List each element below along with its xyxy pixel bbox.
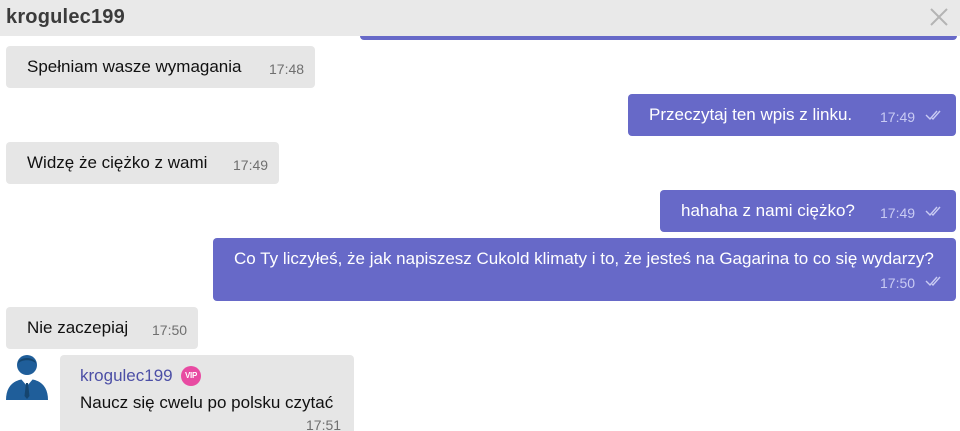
message-list[interactable]: Spełniam wasze wymagania 17:48 Przeczyta…	[0, 0, 960, 431]
double-check-icon	[925, 276, 941, 287]
chat-title: krogulec199	[6, 6, 125, 28]
chat-window: Spełniam wasze wymagania 17:48 Przeczyta…	[0, 0, 960, 431]
chat-header: krogulec199	[0, 0, 960, 36]
message-text: Naucz się cwelu po polsku czytać	[80, 393, 334, 412]
message-bubble-outgoing: Przeczytaj ten wpis z linku. 17:49	[628, 94, 956, 136]
message-bubble-outgoing: hahaha z nami ciężko? 17:49	[660, 190, 956, 232]
message-text: Co Ty liczyłeś, że jak napiszesz Cukold …	[234, 249, 934, 268]
message-text: Widzę że ciężko z wami	[27, 153, 208, 172]
vip-badge: VIP	[181, 366, 201, 386]
message-text: Przeczytaj ten wpis z linku.	[649, 105, 853, 124]
message-bubble-outgoing: Co Ty liczyłeś, że jak napiszesz Cukold …	[213, 238, 956, 301]
message-time: 17:50	[152, 322, 188, 338]
message-bubble-incoming-with-sender: krogulec199 VIP Naucz się cwelu po polsk…	[60, 355, 354, 431]
close-icon[interactable]	[928, 6, 950, 28]
message-time: 17:51	[306, 417, 342, 431]
message-time: 17:48	[269, 61, 305, 77]
message-time: 17:49	[233, 157, 269, 173]
message-bubble-incoming: Nie zaczepiaj 17:50	[6, 307, 198, 349]
user-avatar-icon[interactable]	[4, 352, 50, 400]
message-text: Nie zaczepiaj	[27, 318, 129, 337]
message-time: 17:49	[880, 205, 916, 221]
double-check-icon	[925, 206, 941, 217]
message-text: Spełniam wasze wymagania	[27, 57, 242, 76]
double-check-icon	[925, 110, 941, 121]
sender-name-link[interactable]: krogulec199	[80, 366, 173, 386]
message-bubble-incoming: Widzę że ciężko z wami 17:49	[6, 142, 279, 184]
message-time: 17:49	[880, 109, 916, 125]
message-time: 17:50	[880, 275, 916, 291]
message-bubble-incoming: Spełniam wasze wymagania 17:48	[6, 46, 315, 88]
message-text: hahaha z nami ciężko?	[681, 201, 855, 220]
